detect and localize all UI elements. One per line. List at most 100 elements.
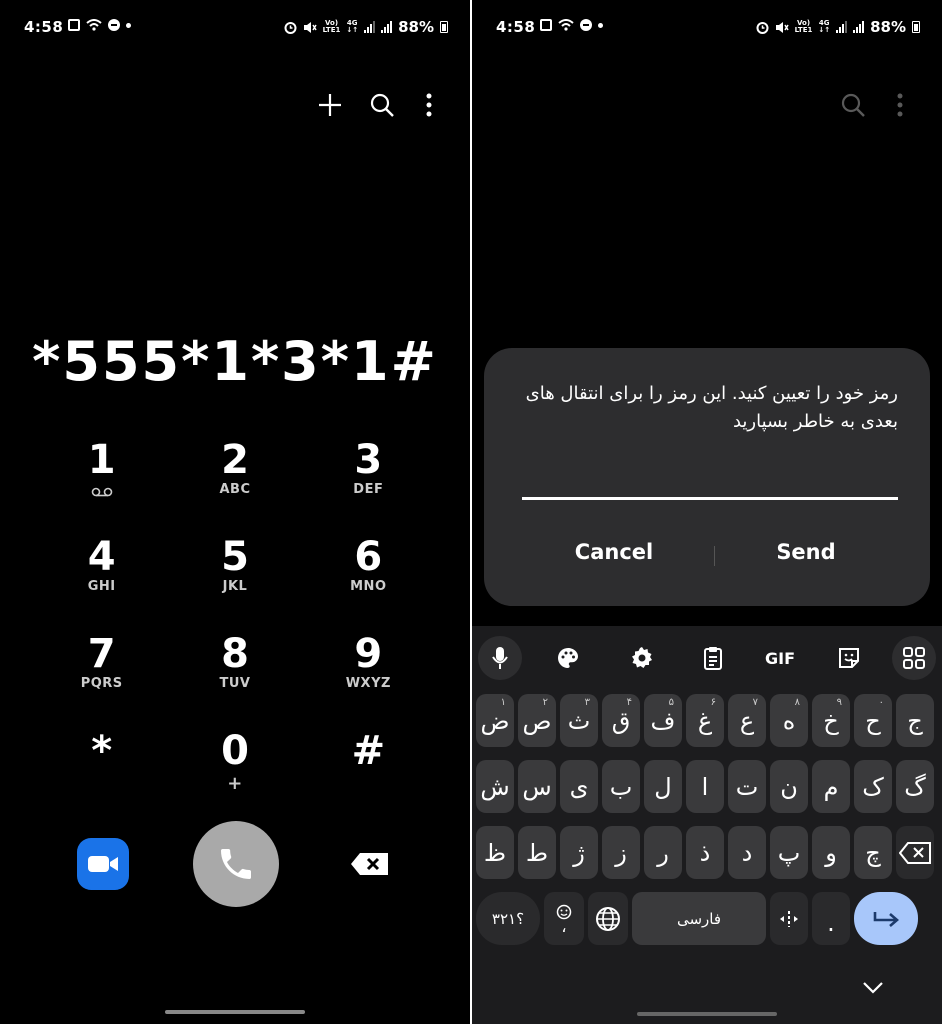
key-hash[interactable]: # — [302, 729, 435, 804]
call-button[interactable] — [193, 821, 279, 907]
backspace-button[interactable] — [348, 850, 392, 878]
gif-button[interactable]: GIF — [758, 636, 802, 680]
more-vert-icon — [897, 93, 903, 117]
key-letter[interactable]: ن — [770, 760, 808, 813]
sticker-button[interactable] — [827, 636, 871, 680]
key-letter[interactable]: غ۶ — [686, 694, 724, 747]
key-enter[interactable] — [854, 892, 918, 945]
battery-percent: 88% — [398, 18, 434, 36]
key-0[interactable]: 0 + — [168, 729, 301, 804]
key-letter[interactable]: ب — [602, 760, 640, 813]
key-letter[interactable]: ک — [854, 760, 892, 813]
search-icon — [370, 93, 394, 117]
key-letter[interactable]: ا — [686, 760, 724, 813]
key-digit: * — [91, 728, 113, 774]
key-2[interactable]: 2 ABC — [168, 438, 301, 513]
send-button[interactable]: Send — [716, 540, 896, 564]
key-digit: 4 — [87, 534, 116, 580]
search-button[interactable] — [838, 90, 868, 120]
dnd-icon — [108, 19, 120, 31]
keyboard-row-3: ظ ط ژ ز ر ذ د پ و چ — [476, 826, 938, 879]
status-right-icons: Vo) LTE1 4G ↓↑ 88% — [756, 18, 920, 36]
key-period[interactable]: . — [812, 892, 850, 945]
key-letter[interactable]: ز — [602, 826, 640, 879]
key-backspace[interactable] — [896, 826, 934, 879]
mute-icon — [775, 21, 789, 33]
key-letter[interactable]: ر — [644, 826, 682, 879]
key-letter[interactable]: ف۵ — [644, 694, 682, 747]
key-letter[interactable]: ت — [728, 760, 766, 813]
microphone-icon — [492, 647, 508, 669]
key-comma[interactable]: ، — [544, 892, 584, 945]
key-cursor[interactable] — [770, 892, 808, 945]
key-6[interactable]: 6 MNO — [302, 535, 435, 610]
key-letter[interactable]: ظ — [476, 826, 514, 879]
key-space[interactable]: فارسی — [632, 892, 766, 945]
period-char: . — [827, 909, 835, 937]
status-bar: 4:58 Vo) LTE1 4G ↓↑ 88% — [472, 14, 942, 42]
key-4[interactable]: 4 GHI — [35, 535, 168, 610]
key-letter[interactable]: خ۹ — [812, 694, 850, 747]
hide-keyboard-button[interactable] — [862, 980, 884, 999]
key-numbers[interactable]: ؟۳۲۱ — [476, 892, 540, 945]
wifi-icon — [86, 19, 102, 31]
key-letters: MNO — [350, 579, 387, 594]
key-letter[interactable]: چ — [854, 826, 892, 879]
apps-grid-button[interactable] — [892, 636, 936, 680]
mute-icon — [303, 21, 317, 33]
key-digit: 1 — [87, 437, 116, 483]
key-letter[interactable]: و — [812, 826, 850, 879]
key-letter[interactable]: ه۸ — [770, 694, 808, 747]
lte-label: LTE1 — [794, 26, 813, 34]
key-letter[interactable]: ج — [896, 694, 934, 747]
key-letter[interactable]: ذ — [686, 826, 724, 879]
more-options-button[interactable] — [885, 90, 915, 120]
voice-input-button[interactable] — [478, 636, 522, 680]
cancel-button[interactable]: Cancel — [524, 540, 704, 564]
key-letter[interactable]: د — [728, 826, 766, 879]
gen-indicator: 4G ↓↑ — [818, 19, 831, 34]
theme-button[interactable] — [546, 636, 590, 680]
key-9[interactable]: 9 WXYZ — [302, 632, 435, 707]
key-letter[interactable]: ل — [644, 760, 682, 813]
key-5[interactable]: 5 JKL — [168, 535, 301, 610]
key-letter[interactable]: ض۱ — [476, 694, 514, 747]
key-digit: 2 — [221, 437, 249, 483]
dialed-number[interactable]: *555*1*3*1# — [0, 330, 470, 393]
gear-icon — [632, 647, 652, 668]
key-digit: 6 — [354, 534, 383, 580]
key-letter[interactable]: ح۰ — [854, 694, 892, 747]
key-8[interactable]: 8 TUV — [168, 632, 301, 707]
key-letter[interactable]: ش — [476, 760, 514, 813]
clipboard-button[interactable] — [691, 636, 735, 680]
video-call-button[interactable] — [77, 838, 129, 890]
button-divider — [714, 546, 715, 566]
key-letters: GHI — [87, 579, 116, 594]
key-letter[interactable]: ث۳ — [560, 694, 598, 747]
ussd-response-input[interactable] — [522, 497, 898, 500]
key-letter[interactable]: م — [812, 760, 850, 813]
key-letter[interactable]: ژ — [560, 826, 598, 879]
key-hint: ۰ — [878, 697, 884, 708]
key-letter[interactable]: ق۴ — [602, 694, 640, 747]
key-7[interactable]: 7 PQRS — [35, 632, 168, 707]
key-letter[interactable]: ی — [560, 760, 598, 813]
search-button[interactable] — [367, 90, 397, 120]
key-letter[interactable]: ع۷ — [728, 694, 766, 747]
key-letter[interactable]: گ — [896, 760, 934, 813]
key-star[interactable]: * — [35, 729, 168, 804]
notification-dot-icon — [126, 22, 131, 28]
key-3[interactable]: 3 DEF — [302, 438, 435, 513]
battery-icon — [440, 21, 448, 33]
key-language[interactable] — [588, 892, 628, 945]
signal-icon — [836, 21, 848, 33]
add-contact-button[interactable] — [315, 90, 345, 120]
status-left-icons — [540, 19, 603, 31]
key-letter[interactable]: س — [518, 760, 556, 813]
key-letter[interactable]: ط — [518, 826, 556, 879]
more-options-button[interactable] — [414, 90, 444, 120]
key-letter[interactable]: پ — [770, 826, 808, 879]
settings-button[interactable] — [620, 636, 664, 680]
key-letter[interactable]: ص۲ — [518, 694, 556, 747]
key-1[interactable]: 1 — [35, 438, 168, 513]
